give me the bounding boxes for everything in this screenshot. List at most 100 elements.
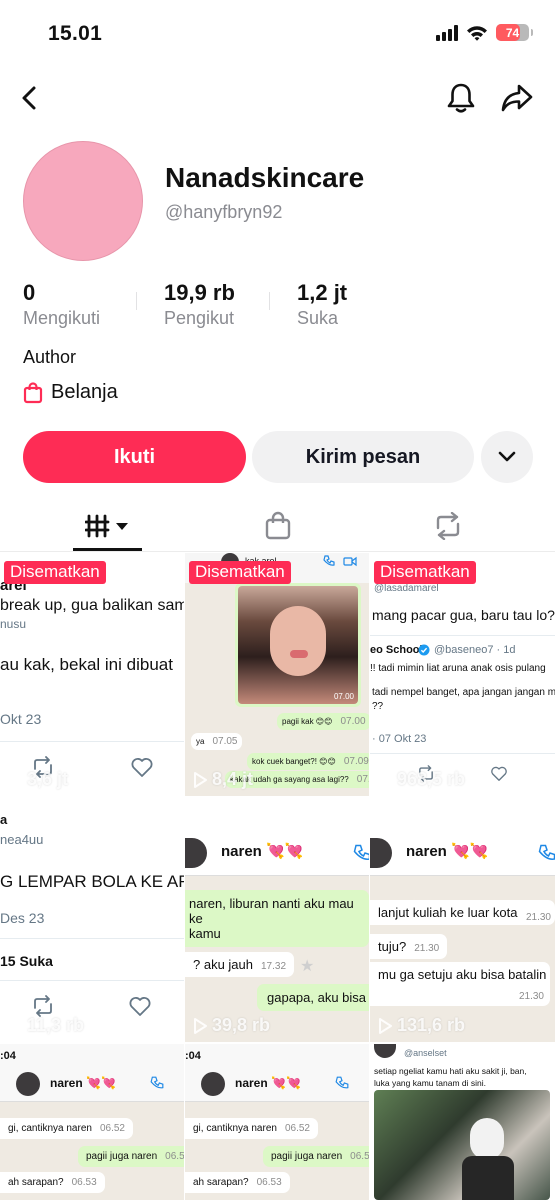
share-button[interactable] bbox=[497, 78, 537, 118]
stat-value: 19,9 rb bbox=[164, 280, 235, 305]
photo-time: 07.00 bbox=[333, 692, 354, 701]
chat-name: naren 💘💘 bbox=[235, 1076, 301, 1090]
view-count: 39,8 rb bbox=[193, 1015, 270, 1036]
chat-header: :04 naren 💘💘 bbox=[0, 1044, 184, 1102]
back-button[interactable] bbox=[10, 78, 50, 118]
view-count-text: 11,3 rb bbox=[27, 1015, 85, 1035]
retweet-icon bbox=[34, 995, 52, 1017]
status-bar: 15.01 74 bbox=[0, 0, 555, 70]
tab-reposts[interactable] bbox=[410, 500, 485, 552]
figure-body bbox=[462, 1156, 514, 1200]
shop-label: Belanja bbox=[51, 381, 118, 403]
bubble-time: 06.53 bbox=[71, 1177, 97, 1188]
chat-bubble: naren, liburan nanti aku mau ke kamu bbox=[185, 890, 369, 947]
phone-icon bbox=[150, 1076, 164, 1089]
heart-icon bbox=[491, 766, 507, 781]
phone-icon bbox=[353, 844, 369, 860]
avatar[interactable] bbox=[23, 141, 143, 261]
heart-icon bbox=[131, 758, 153, 777]
chat-bubble: pagii juga naren 06.5 bbox=[78, 1146, 184, 1167]
phone-icon bbox=[538, 844, 555, 860]
post-photo bbox=[374, 1090, 550, 1200]
bubble-time: 07.09 bbox=[343, 756, 369, 767]
account-handle: @anselset bbox=[404, 1048, 447, 1058]
tweet-text: @lasadamarel bbox=[374, 583, 439, 594]
view-count: 968,5 rb bbox=[378, 769, 465, 790]
tab-shop[interactable] bbox=[240, 500, 315, 552]
play-icon bbox=[379, 771, 392, 788]
tweet-text: !! tadi mimin liat aruna anak osis pulan… bbox=[370, 663, 546, 674]
tweet-text: eo School bbox=[370, 644, 423, 656]
bubble-text: kamu bbox=[189, 926, 221, 941]
tweet-divider bbox=[370, 753, 555, 754]
more-button[interactable] bbox=[481, 431, 533, 483]
chat-header: naren 💘💘 bbox=[185, 798, 369, 876]
notification-button[interactable] bbox=[441, 78, 481, 118]
send-message-button[interactable]: Kirim pesan bbox=[252, 431, 474, 483]
bubble-text: pagii juga naren bbox=[271, 1151, 343, 1162]
lips-shape bbox=[290, 650, 308, 658]
view-count: 131,6 rb bbox=[378, 1015, 465, 1036]
bubble-time: 06.52 bbox=[284, 1123, 310, 1134]
star-decoration: ★ bbox=[300, 958, 315, 975]
video-tile[interactable]: @anselset setiap ngeliat kamu hati aku s… bbox=[370, 1044, 555, 1200]
play-icon bbox=[9, 771, 22, 788]
phone-time: :04 bbox=[0, 1050, 16, 1062]
bubble-time: 17.32 bbox=[261, 961, 287, 972]
tweet-text: a bbox=[0, 812, 8, 827]
stat-divider bbox=[269, 292, 270, 310]
tab-videos[interactable] bbox=[73, 500, 142, 552]
bubble-time: 07.00 bbox=[340, 716, 366, 727]
bubble-time: 06.5 bbox=[165, 1151, 184, 1162]
chat-header: naren 💘💘 bbox=[370, 798, 555, 876]
bubble-time: 06.52 bbox=[99, 1123, 125, 1134]
bubble-text: lanjut kuliah ke luar kota bbox=[378, 905, 518, 920]
account-avatar bbox=[374, 1044, 396, 1058]
video-tile[interactable]: naren 💘💘 lanjut kuliah ke luar kota 21.30… bbox=[370, 798, 555, 1042]
video-tile[interactable]: Disematkan h @lasadamarel mang pacar gua… bbox=[370, 553, 555, 796]
chat-bubble: gi, cantiknya naren 06.52 bbox=[185, 1118, 318, 1139]
photo-message: 07.00 bbox=[235, 583, 361, 707]
bubble-text: tuju? bbox=[378, 939, 407, 954]
bubble-text: gapapa, aku bisa bbox=[267, 990, 367, 1005]
stat-label: Suka bbox=[297, 308, 339, 328]
tweet-text: @baseneo7 · 1d bbox=[434, 644, 516, 656]
stat-following[interactable]: 0 Mengikuti bbox=[23, 280, 100, 329]
stat-likes[interactable]: 1,2 jt Suka bbox=[297, 280, 347, 329]
video-tile[interactable]: :04 naren 💘💘 gi, cantiknya naren 06.52 pa… bbox=[185, 1044, 369, 1200]
bell-icon bbox=[447, 83, 475, 113]
bubble-text: pagii juga naren bbox=[86, 1151, 158, 1162]
tweet-text: ?? bbox=[372, 701, 384, 712]
shopping-bag-icon bbox=[265, 511, 290, 540]
play-icon bbox=[194, 771, 207, 788]
tweet-divider bbox=[370, 635, 555, 636]
video-grid: Disematkan arel break up, gua balikan sa… bbox=[0, 553, 555, 1200]
share-arrow-icon bbox=[501, 84, 533, 112]
chat-bubble: ah sarapan? 06.53 bbox=[0, 1172, 105, 1193]
chat-avatar bbox=[370, 838, 392, 868]
bubble-text: ? aku jauh bbox=[193, 957, 253, 972]
stat-followers[interactable]: 19,9 rb Pengikut bbox=[164, 280, 235, 329]
face-shape bbox=[270, 606, 326, 676]
grid-videos-icon bbox=[84, 514, 128, 538]
view-count: 8,4 jt bbox=[193, 769, 253, 790]
cellular-signal-icon bbox=[436, 24, 458, 41]
video-tile[interactable]: Disematkan arel break up, gua balikan sa… bbox=[0, 553, 184, 796]
shop-link[interactable]: Belanja bbox=[23, 381, 118, 404]
video-tile[interactable]: naren 💘💘 naren, liburan nanti aku mau ke… bbox=[185, 798, 369, 1042]
follow-button[interactable]: Ikuti bbox=[23, 431, 246, 483]
video-tile[interactable]: :04 naren 💘💘 gi, cantiknya naren 06.52 pa… bbox=[0, 1044, 184, 1200]
username: @hanyfbryn92 bbox=[165, 202, 283, 222]
video-tile[interactable]: a nea4uu G LEMPAR BOLA KE AR Des 23 15 S… bbox=[0, 798, 184, 1042]
top-nav bbox=[0, 78, 555, 118]
active-tab-indicator bbox=[73, 548, 142, 551]
tweet-text: nea4uu bbox=[0, 832, 44, 847]
chat-avatar bbox=[201, 1072, 225, 1096]
chat-bubble: kok cuek banget?! 😊😊 07.09 bbox=[247, 753, 369, 770]
chat-avatar bbox=[16, 1072, 40, 1096]
battery-icon: 74 bbox=[496, 24, 533, 41]
bubble-time: 06.53 bbox=[256, 1177, 282, 1188]
tweet-divider bbox=[0, 980, 184, 981]
video-tile[interactable]: kak arel 07.00 pagii kak 😊😊07.00 ya07.05… bbox=[185, 553, 369, 796]
bio: Author bbox=[23, 347, 77, 367]
